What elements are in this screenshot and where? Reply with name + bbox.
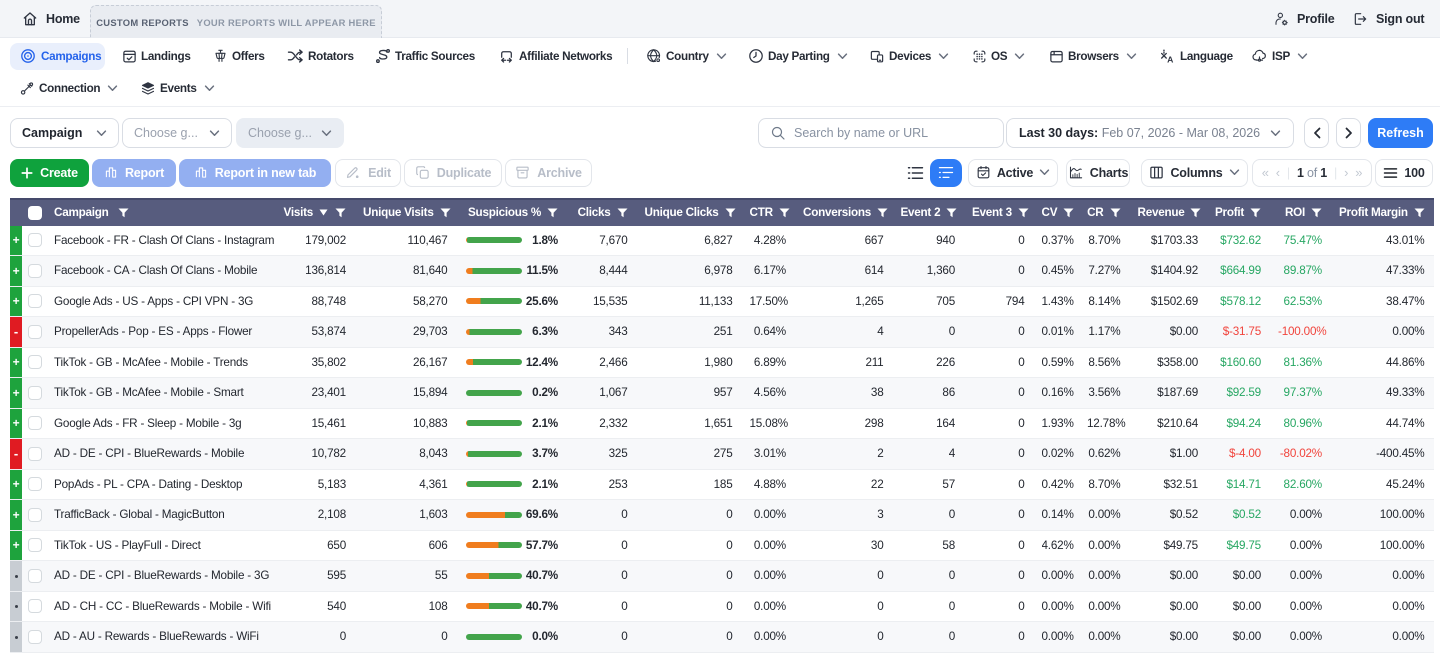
svg-text:A: A (1167, 54, 1174, 64)
